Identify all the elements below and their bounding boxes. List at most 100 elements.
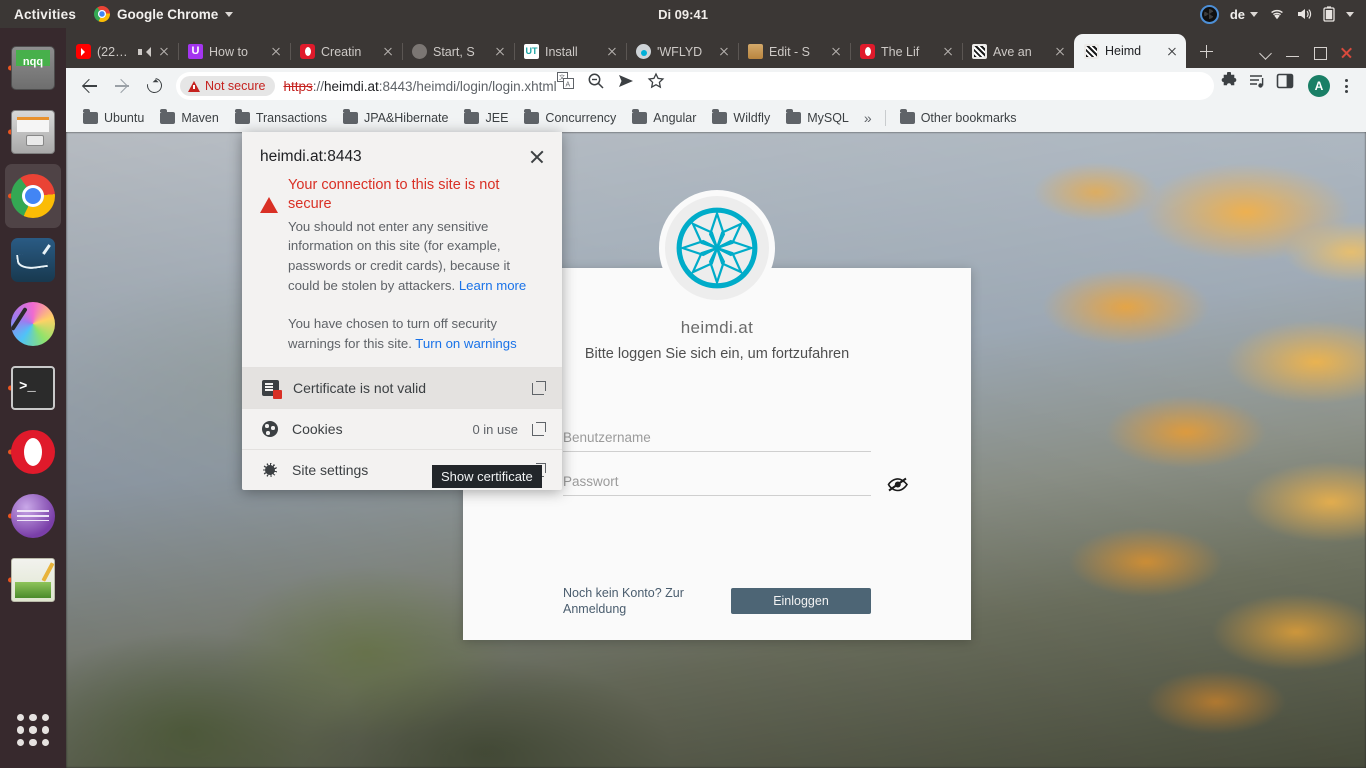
extensions-icon[interactable] — [1220, 72, 1248, 100]
cookie-icon — [262, 421, 278, 438]
folder-icon — [342, 109, 358, 124]
tab-8[interactable]: Ave an — [962, 35, 1075, 68]
tab-close-icon[interactable] — [1164, 43, 1180, 59]
url-scheme: https — [283, 78, 313, 94]
bookmarks-overflow-button[interactable]: » — [858, 107, 878, 129]
bookmark-maven[interactable]: Maven — [153, 108, 226, 128]
divider — [884, 110, 886, 126]
screenshot-icon[interactable] — [1199, 4, 1219, 24]
popup-row-cookies[interactable]: Cookies 0 in use — [242, 408, 562, 449]
dock-item-gedit[interactable] — [5, 548, 61, 612]
omnibox-icons: 文A — [556, 72, 675, 100]
certificate-invalid-icon — [262, 380, 282, 400]
side-panel-icon[interactable] — [1276, 72, 1304, 100]
tab-close-icon[interactable] — [940, 44, 956, 60]
tab-4[interactable]: UT Install — [514, 35, 627, 68]
bookmark-star-icon[interactable] — [647, 72, 675, 100]
new-tab-button[interactable] — [1192, 37, 1220, 65]
tab-title: The Lif — [881, 44, 920, 59]
bookmark-jpa-hibernate[interactable]: JPA&Hibernate — [336, 108, 456, 128]
forward-button[interactable] — [106, 70, 138, 102]
tab-9-active[interactable]: Heimd — [1074, 34, 1186, 68]
bookmark-ubuntu[interactable]: Ubuntu — [76, 108, 151, 128]
bookmark-transactions[interactable]: Transactions — [228, 108, 334, 128]
tab-2[interactable]: Creatin — [290, 35, 403, 68]
tab-5[interactable]: 'WFLYD — [626, 35, 739, 68]
tab-close-icon[interactable] — [156, 44, 172, 60]
eye-off-icon[interactable] — [887, 476, 908, 492]
tab-close-icon[interactable] — [268, 44, 284, 60]
zoom-out-icon[interactable] — [587, 72, 615, 100]
back-button[interactable] — [74, 70, 106, 102]
tab-3[interactable]: Start, S — [402, 35, 515, 68]
bookmark-angular[interactable]: Angular — [625, 108, 703, 128]
dock-item-mysql-workbench[interactable] — [5, 228, 61, 292]
battery-icon[interactable] — [1323, 6, 1335, 22]
signup-link[interactable]: Noch kein Konto? Zur Anmeldung — [563, 586, 713, 617]
ut-icon: UT — [524, 44, 539, 59]
tab-close-icon[interactable] — [716, 44, 732, 60]
tab-search-icon[interactable] — [1259, 46, 1272, 59]
tab-close-icon[interactable] — [828, 44, 844, 60]
popup-row-certificate[interactable]: Certificate is not valid — [242, 367, 562, 409]
site-security-popup: heimdi.at:8443 Your connection to this s… — [242, 132, 562, 491]
tab-audio-icon[interactable] — [138, 46, 151, 58]
close-icon[interactable] — [528, 148, 546, 166]
show-applications-button[interactable] — [11, 708, 55, 752]
dock-item-eclipse[interactable] — [5, 484, 61, 548]
username-field-wrap — [563, 426, 871, 452]
login-button[interactable]: Einloggen — [731, 588, 871, 614]
site-security-chip[interactable]: Not secure — [180, 76, 276, 96]
tab-close-icon[interactable] — [604, 44, 620, 60]
app-menu[interactable]: Google Chrome — [94, 6, 234, 22]
chrome-menu-button[interactable] — [1334, 74, 1358, 98]
profile-avatar[interactable]: A — [1308, 75, 1330, 97]
popup-site-name: heimdi.at:8443 — [260, 148, 362, 165]
dock-item-krita[interactable] — [5, 292, 61, 356]
bookmark-label: MySQL — [807, 111, 849, 125]
tab-close-icon[interactable] — [380, 44, 396, 60]
folder-icon — [712, 109, 728, 124]
translate-icon[interactable]: 文A — [556, 72, 585, 100]
dock-item-files[interactable] — [5, 100, 61, 164]
warning-triangle-icon — [188, 80, 200, 92]
bookmark-concurrency[interactable]: Concurrency — [517, 108, 623, 128]
turn-on-warnings-link[interactable]: Turn on warnings — [415, 336, 516, 351]
tab-0[interactable]: (22… — [66, 35, 179, 68]
reload-button[interactable] — [138, 70, 170, 102]
other-bookmarks-button[interactable]: Other bookmarks — [893, 108, 1024, 128]
bookmark-wildfly[interactable]: Wildfly — [705, 108, 777, 128]
tab-title: Creatin — [321, 44, 362, 59]
system-tray: de — [1199, 4, 1366, 24]
bookmark-jee[interactable]: JEE — [457, 108, 515, 128]
bookmark-mysql[interactable]: MySQL — [779, 108, 856, 128]
media-playlist-icon[interactable] — [1248, 72, 1276, 100]
dock-item-notepadqq[interactable] — [5, 36, 61, 100]
tab-title: How to — [209, 44, 248, 59]
activities-button[interactable]: Activities — [0, 7, 88, 22]
tab-close-icon[interactable] — [492, 44, 508, 60]
volume-icon[interactable] — [1296, 7, 1312, 21]
address-bar[interactable]: Not secure https://heimdi.at:8443/heimdi… — [176, 72, 1214, 100]
dock-item-terminal[interactable] — [5, 356, 61, 420]
minimize-button[interactable] — [1286, 46, 1299, 59]
learn-more-link[interactable]: Learn more — [459, 278, 526, 293]
stackoverflow-icon — [748, 44, 763, 59]
close-button[interactable] — [1340, 46, 1353, 59]
wifi-icon[interactable] — [1269, 7, 1285, 21]
dock-item-chrome[interactable] — [5, 164, 61, 228]
password-input[interactable] — [563, 470, 871, 496]
tab-close-icon[interactable] — [1052, 44, 1068, 60]
tab-6[interactable]: Edit - S — [738, 35, 851, 68]
tab-1[interactable]: U How to — [178, 35, 291, 68]
ubuntu-dock — [0, 28, 66, 768]
dock-item-opera[interactable] — [5, 420, 61, 484]
keyboard-layout-indicator[interactable]: de — [1230, 7, 1258, 22]
tab-7[interactable]: The Lif — [850, 35, 963, 68]
opera-icon — [11, 430, 55, 474]
send-icon[interactable] — [617, 72, 645, 100]
username-input[interactable] — [563, 426, 871, 452]
system-menu-chevron-icon[interactable] — [1346, 11, 1354, 17]
url-text: https://heimdi.at:8443/heimdi/login/logi… — [283, 79, 556, 94]
maximize-button[interactable] — [1313, 46, 1327, 60]
